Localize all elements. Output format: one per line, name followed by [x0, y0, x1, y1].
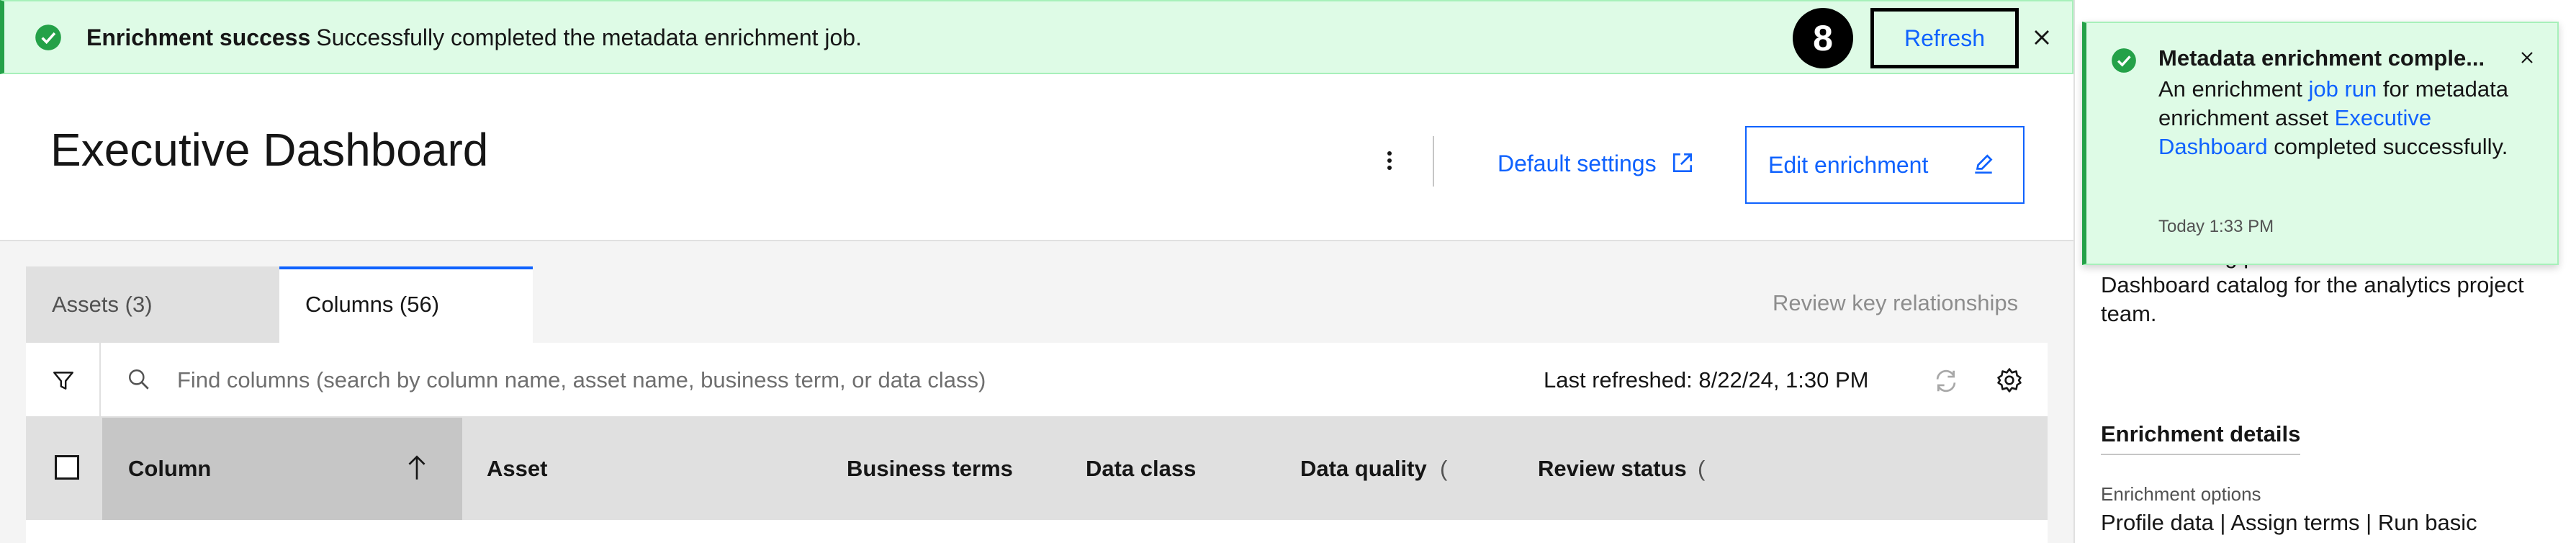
table-toolbar: Last refreshed: 8/22/24, 1:30 PM: [26, 343, 2048, 418]
edit-icon: [1971, 152, 1996, 176]
header-divider: [1433, 136, 1434, 187]
enrichment-options-value: Profile data | Assign terms | Run basic: [2101, 510, 2477, 535]
step-number-badge: 8: [1793, 8, 1853, 68]
banner-text: Successfully completed the metadata enri…: [316, 24, 862, 50]
table-header-row: Column Asset Business terms Data class D…: [26, 418, 2048, 520]
refresh-button[interactable]: Refresh: [1870, 8, 2019, 68]
toast-body: An enrichment job run for metadata enric…: [2158, 75, 2533, 161]
settings-icon[interactable]: [1996, 367, 2023, 394]
select-all-checkbox[interactable]: [55, 455, 79, 480]
checkmark-filled-icon: [35, 24, 62, 51]
tab-columns[interactable]: Columns (56): [279, 266, 533, 343]
description-clip: that are being published to the Executiv…: [2075, 264, 2576, 350]
table-body: [26, 520, 2048, 543]
banner-title: Enrichment success: [86, 24, 311, 50]
tab-assets[interactable]: Assets (3): [26, 266, 279, 343]
column-header-column: Column: [128, 456, 212, 481]
toast-notification: Metadata enrichment comple... An enrichm…: [2082, 22, 2559, 265]
search-input[interactable]: [177, 360, 1329, 400]
app-root: Enrichment success Successfully completed…: [0, 0, 2576, 543]
column-header-data-class[interactable]: Data class: [1086, 455, 1196, 483]
toast-timestamp: Today 1:33 PM: [2158, 217, 2274, 236]
select-all-cell: [26, 418, 102, 520]
filter-icon: [53, 372, 73, 390]
launch-icon[interactable]: [1670, 151, 1695, 175]
arrow-up-icon[interactable]: [405, 454, 429, 483]
review-key-relationships-link[interactable]: Review key relationships: [1773, 290, 2018, 317]
success-notification-banner: Enrichment success Successfully completed…: [0, 0, 2073, 74]
search-icon: [127, 367, 151, 392]
toast-title: Metadata enrichment comple...: [2158, 45, 2485, 71]
page-header: Executive Dashboard Default settings Edi…: [0, 74, 2073, 241]
last-refreshed-text: Last refreshed: 8/22/24, 1:30 PM: [1544, 367, 1869, 392]
job-run-link[interactable]: job run: [2309, 76, 2377, 102]
review-status-info-marker[interactable]: (: [1698, 455, 1705, 483]
overflow-menu-icon[interactable]: [1375, 146, 1404, 175]
column-header-data-quality[interactable]: Data quality: [1300, 455, 1427, 483]
toast-body-start: An enrichment: [2158, 76, 2309, 102]
column-header-business-terms[interactable]: Business terms: [847, 455, 1013, 483]
edit-enrichment-label: Edit enrichment: [1768, 152, 1929, 178]
enrichment-details-heading: Enrichment details: [2101, 421, 2301, 455]
edit-enrichment-button[interactable]: Edit enrichment: [1745, 126, 2025, 204]
column-header-asset[interactable]: Asset: [487, 455, 547, 483]
enrichment-options-label: Enrichment options: [2101, 483, 2261, 505]
column-header-review-status[interactable]: Review status: [1538, 455, 1687, 483]
page-title: Executive Dashboard: [50, 124, 489, 176]
filter-button[interactable]: [26, 343, 101, 418]
main-area: Enrichment success Successfully completed…: [0, 0, 2073, 543]
toast-body-end: completed successfully.: [2267, 134, 2508, 159]
column-header-cell-column[interactable]: Column: [102, 418, 462, 520]
close-icon[interactable]: [2029, 24, 2055, 50]
banner-message: Enrichment success Successfully completed…: [86, 24, 862, 50]
default-settings-link[interactable]: Default settings: [1498, 149, 1657, 178]
data-quality-info-marker[interactable]: (: [1440, 455, 1447, 483]
renew-icon[interactable]: [1932, 367, 1960, 395]
close-icon[interactable]: [2517, 48, 2537, 68]
checkmark-filled-icon: [2111, 48, 2137, 73]
asset-description: that are being published to the Executiv…: [2101, 264, 2524, 326]
